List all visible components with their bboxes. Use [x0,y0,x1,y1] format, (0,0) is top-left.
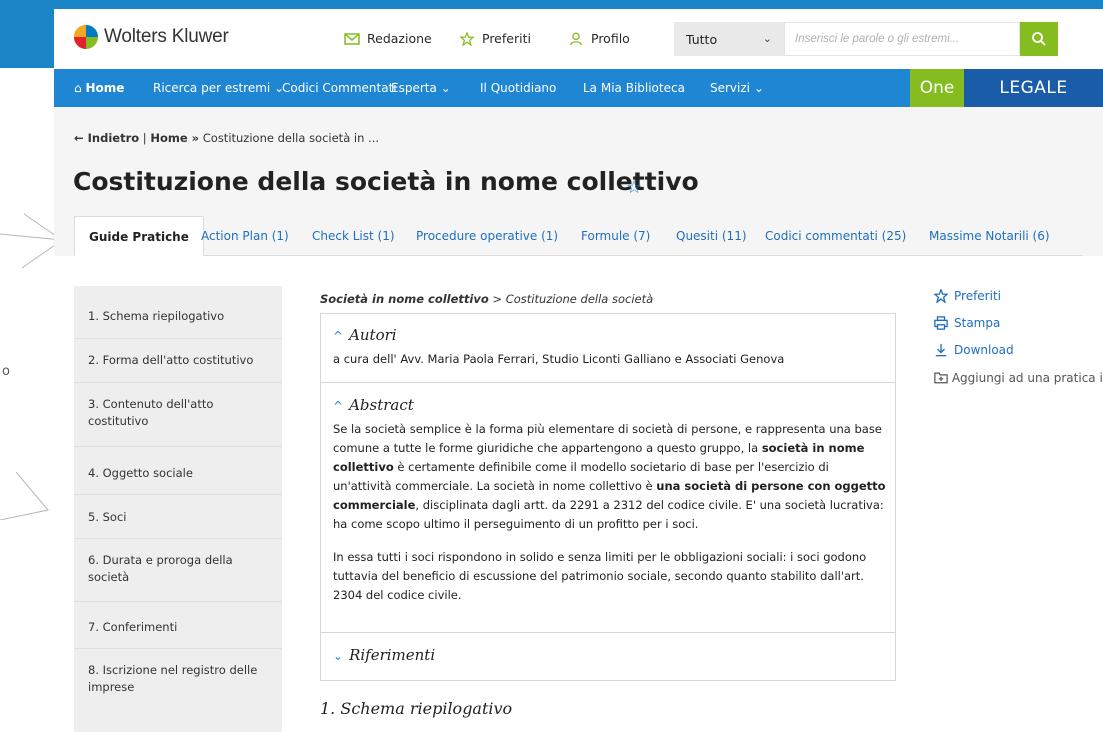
abstract-paragraph-1: Se la società semplice è la forma più el… [333,422,886,531]
top-blue-strip [0,0,1103,9]
tab-procedure-operative[interactable]: Procedure operative (1) [416,216,558,256]
search-button[interactable] [1020,22,1058,56]
nav-il-quotidiano[interactable]: Il Quotidiano [480,81,556,95]
wolters-kluwer-logo-icon [74,25,98,49]
favorite-star-icon[interactable]: ☆ [626,177,642,198]
action-download[interactable]: Download [934,343,1014,357]
search-scope-select[interactable]: Tutto ⌄ [674,22,784,56]
main-navbar: ⌂ Home Ricerca per estremi ⌄ Codici Comm… [54,69,1103,107]
breadcrumb-current: Costituzione della società in ... [202,131,380,145]
sidebar-item-conferimenti[interactable]: 7. Conferimenti [88,619,268,636]
chevron-down-icon: ⌄ [440,81,451,95]
preferiti-link[interactable]: Preferiti [459,31,531,46]
redazione-link[interactable]: Redazione [344,31,432,46]
left-decorative-letter: o [2,364,10,379]
download-icon [935,343,947,357]
nav-label: La Mia Biblioteca [583,81,685,95]
action-stampa[interactable]: Stampa [934,316,1000,330]
chevron-up-icon: ^ [333,399,344,413]
tab-formule[interactable]: Formule (7) [581,216,650,256]
riferimenti-toggle[interactable]: ⌄ Riferimenti [333,646,435,664]
abstract-title: Abstract [349,396,414,414]
sidebar-item-contenuto[interactable]: 3. Contenuto dell'atto costitutivo [88,396,238,430]
profilo-link[interactable]: Profilo [568,31,630,46]
abstract-paragraph-2: In essa tutti i soci rispondono in solid… [333,550,867,602]
action-download-label: Download [954,343,1014,357]
nav-home[interactable]: ⌂ Home [74,81,124,95]
nav-home-label: Home [85,81,125,95]
site-header: Wolters Kluwer Redazione Preferiti Profi… [54,9,1103,69]
tab-bar: Guide Pratiche Action Plan (1) Check Lis… [74,216,1083,256]
tab-check-list[interactable]: Check List (1) [312,216,395,256]
nav-servizi[interactable]: Servizi ⌄ [710,81,764,95]
chevron-down-icon: ⌄ [753,81,764,95]
content-breadcrumb-parent[interactable]: Società in nome collettivo [320,292,489,306]
sidebar-item-iscrizione[interactable]: 8. Iscrizione nel registro delle imprese [88,662,278,696]
sidebar-item-forma[interactable]: 2. Forma dell'atto costitutivo [88,352,268,369]
autori-title: Autori [349,326,397,344]
add-to-folder-icon: Aggiungi ad una pratica in Kleos [934,370,1103,386]
nav-label: Il Quotidiano [480,81,557,95]
preferiti-label: Preferiti [482,31,531,46]
page: Wolters Kluwer Redazione Preferiti Profi… [54,9,1103,751]
left-blue-corner [0,0,54,68]
nav-esperta[interactable]: Esperta ⌄ [391,81,451,95]
sidebar-item-soci[interactable]: 5. Soci [88,509,268,526]
print-icon [934,316,948,330]
profilo-label: Profilo [591,31,630,46]
legale-badge[interactable]: LEGALE [964,69,1103,107]
breadcrumb: ← Indietro | Home » Costituzione della s… [74,131,380,145]
nav-label: Codici Commentati [282,81,397,95]
brand-name: Wolters Kluwer [104,26,229,47]
nav-label: Servizi [710,81,751,95]
left-decorative-arrow-bottom [0,471,49,520]
home-icon: ⌂ [74,81,86,95]
search-icon [1032,32,1046,46]
sidebar-item-oggetto[interactable]: 4. Oggetto sociale [88,465,268,482]
tab-massime-notarili[interactable]: Massime Notarili (6) [929,216,1050,256]
action-stampa-label: Stampa [954,316,1001,330]
sidebar-index: 1. Schema riepilogativo 2. Forma dell'at… [74,286,282,732]
action-preferiti-label: Preferiti [954,289,1001,303]
action-preferiti[interactable]: Preferiti [934,289,1001,303]
page-title: Costituzione della società in nome colle… [73,167,699,196]
search-scope-value: Tutto [686,32,718,47]
chevron-down-icon: ⌄ [762,32,772,45]
autori-toggle[interactable]: ^ Autori [333,326,397,344]
mail-icon [344,32,360,45]
tab-action-plan[interactable]: Action Plan (1) [201,216,289,256]
content-breadcrumb-current: > Costituzione della società [488,292,654,306]
star-icon [459,31,475,46]
sidebar-item-schema[interactable]: 1. Schema riepilogativo [88,308,268,325]
star-icon [934,289,948,303]
tab-guide-pratiche[interactable]: Guide Pratiche [74,216,204,256]
riferimenti-title: Riferimenti [349,646,436,664]
content-breadcrumb: Società in nome collettivo > Costituzion… [320,292,653,306]
nav-la-mia-biblioteca[interactable]: La Mia Biblioteca [583,81,685,95]
tab-codici-commentati[interactable]: Codici commentati (25) [765,216,906,256]
chevron-down-icon: ⌄ [333,649,344,663]
tab-quesiti[interactable]: Quesiti (11) [676,216,747,256]
back-link[interactable]: ← Indietro [74,131,139,145]
sidebar-item-durata[interactable]: 6. Durata e proroga della società [88,552,258,586]
nav-label: Esperta [391,81,437,95]
breadcrumb-home[interactable]: Home » [150,131,199,145]
user-icon [570,32,582,45]
chevron-up-icon: ^ [333,329,344,343]
action-aggiungi-label: Aggiungi ad una pratica in Kleos [951,371,1103,385]
brand-logo[interactable]: Wolters Kluwer [74,25,229,49]
one-badge[interactable]: One [910,69,964,107]
nav-codici-commentati[interactable]: Codici Commentati [282,81,397,95]
autori-text: a cura dell' Avv. Maria Paola Ferrari, S… [333,352,785,366]
nav-ricerca-per-estremi[interactable]: Ricerca per estremi ⌄ [153,81,284,95]
action-aggiungi-kleos[interactable]: Aggiungi ad una pratica in Kleos [934,370,1103,386]
document-box: ^ Autori a cura dell' Avv. Maria Paola Fe… [320,313,896,681]
abstract-toggle[interactable]: ^ Abstract [333,396,414,414]
redazione-label: Redazione [367,31,432,46]
search-input[interactable]: Inserisci le parole o gli estremi... [784,22,1020,56]
section-heading: 1. Schema riepilogativo [320,699,513,718]
nav-label: Ricerca per estremi [153,81,271,95]
